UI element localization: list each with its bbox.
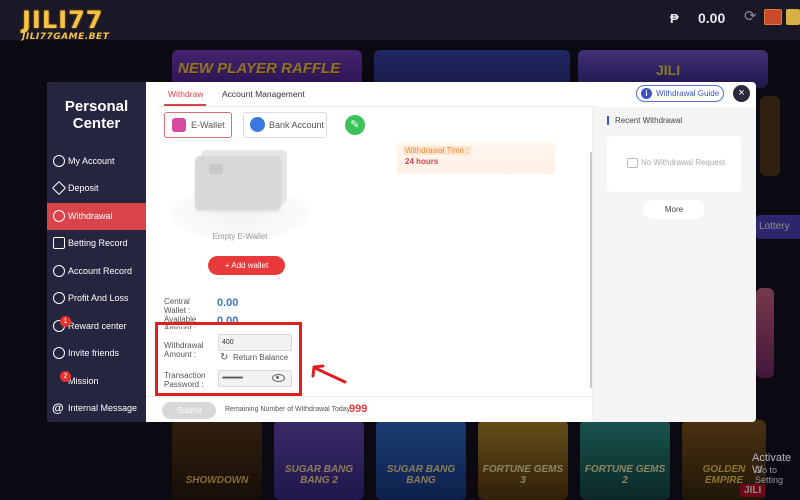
form-footer: Submit Remaining Number of Withdrawal To…	[146, 396, 591, 422]
at-icon: @	[52, 401, 64, 415]
ewallet-label: E-Wallet	[191, 120, 225, 130]
sidebar-item-label: Profit And Loss	[68, 293, 129, 303]
account-record-icon	[53, 265, 65, 277]
betting-record-icon	[53, 237, 65, 249]
sidebar-item-label: Withdrawal	[68, 211, 113, 221]
withdrawal-time-notice: Withdrawal Time : 24 hours	[397, 142, 555, 174]
sidebar-item-account-record[interactable]: Account Record	[47, 258, 146, 285]
sidebar-item-reward-center[interactable]: 1 Reward center	[47, 313, 146, 340]
annotation-highlight-box	[155, 322, 302, 396]
active-tab-indicator	[164, 104, 206, 106]
main-tabs: Withdraw Account Management	[158, 82, 598, 107]
sidebar-item-label: Mission	[68, 376, 99, 386]
sidebar-item-label: Internal Message	[68, 403, 138, 413]
profit-loss-icon	[53, 292, 65, 304]
empty-wallet-label: Empty E-Wallet	[212, 232, 268, 241]
logo-text: JILI77	[22, 6, 104, 34]
language-icon[interactable]	[786, 9, 800, 25]
currency-symbol: ₱	[670, 11, 679, 26]
tab-withdraw[interactable]: Withdraw	[168, 89, 203, 99]
annotation-arrow-icon	[311, 364, 347, 384]
sidebar-item-mission[interactable]: 2 Mission	[47, 368, 146, 395]
sidebar-item-label: Betting Record	[68, 238, 128, 248]
sidebar-title: Personal Center	[64, 98, 129, 132]
sidebar-item-withdrawal[interactable]: Withdrawal	[47, 203, 146, 230]
notice-label: Withdrawal Time :	[403, 146, 471, 155]
ewallet-tab[interactable]: E-Wallet	[164, 112, 232, 138]
site-topbar: JILI77 JILI77GAME.BET ₱ 0.00 ⟳	[0, 0, 800, 42]
bank-account-tab[interactable]: Bank Account	[243, 112, 327, 138]
withdrawal-guide-button[interactable]: i Withdrawal Guide	[636, 85, 724, 102]
sidebar-item-deposit[interactable]: Deposit	[47, 175, 146, 202]
recent-withdrawal-panel: Recent Withdrawal No Withdrawal Request …	[592, 107, 756, 422]
sidebar-item-betting-record[interactable]: Betting Record	[47, 230, 146, 257]
invite-icon	[53, 347, 65, 359]
sidebar-item-my-account[interactable]: My Account	[47, 148, 146, 175]
refresh-icon[interactable]: ⟳	[744, 9, 760, 25]
recent-withdrawal-title: Recent Withdrawal	[607, 116, 682, 125]
empty-wallet-illustration	[165, 142, 315, 242]
notification-badge: 2	[60, 371, 71, 382]
sidebar-item-internal-message[interactable]: @ Internal Message	[47, 395, 146, 422]
empty-request-label: No Withdrawal Request	[641, 158, 726, 167]
notice-value: 24 hours	[405, 157, 439, 166]
central-wallet-label: Central Wallet :	[164, 297, 191, 315]
central-wallet-value: 0.00	[217, 297, 239, 309]
notification-badge: 1	[60, 316, 71, 327]
withdrawal-icon	[53, 210, 65, 222]
card-front	[195, 156, 281, 210]
bank-icon	[250, 117, 265, 132]
sidebar-item-label: Reward center	[68, 321, 127, 331]
sidebar-item-label: Account Record	[68, 266, 133, 276]
sidebar: Personal Center My Account Deposit Withd…	[47, 82, 146, 422]
edit-icon[interactable]: ✎	[345, 115, 365, 135]
more-button[interactable]: More	[643, 200, 705, 219]
user-icon	[53, 155, 65, 167]
site-logo[interactable]: JILI77 JILI77GAME.BET	[22, 8, 109, 42]
empty-request-card: No Withdrawal Request	[607, 136, 741, 192]
bank-label: Bank Account	[269, 120, 325, 130]
guide-label: Withdrawal Guide	[656, 89, 720, 98]
os-activation-sub: Go to Setting	[755, 465, 784, 485]
flag-icon[interactable]	[764, 9, 782, 25]
remaining-withdrawals-value: 999	[349, 403, 368, 415]
card-chip	[209, 164, 223, 174]
sidebar-item-invite-friends[interactable]: Invite friends	[47, 340, 146, 367]
personal-center-modal: Personal Center My Account Deposit Withd…	[47, 82, 756, 422]
sidebar-item-label: Deposit	[68, 183, 99, 193]
deposit-icon	[51, 180, 67, 196]
balance-value: 0.00	[698, 10, 726, 26]
sidebar-item-label: Invite friends	[68, 348, 120, 358]
empty-box-icon	[627, 158, 638, 168]
info-icon: i	[641, 88, 652, 99]
ewallet-icon	[172, 118, 186, 132]
add-wallet-button[interactable]: + Add wallet	[208, 256, 285, 275]
sidebar-item-label: My Account	[68, 156, 115, 166]
tab-account-management[interactable]: Account Management	[222, 89, 305, 99]
remaining-withdrawals-label: Remaining Number of Withdrawal Today :	[225, 406, 355, 413]
close-button[interactable]: ×	[733, 85, 750, 102]
sidebar-item-profit-and-loss[interactable]: Profit And Loss	[47, 285, 146, 312]
submit-button[interactable]: Submit	[162, 402, 216, 419]
